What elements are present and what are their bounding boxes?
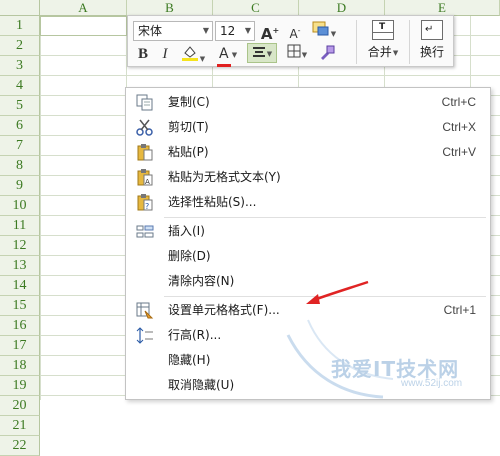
format-cells-icon [136,302,154,319]
row-header-16[interactable]: 16 [0,316,40,336]
menu-item-paste-text[interactable]: A 粘贴为无格式文本(Y) [126,165,490,190]
row-header-15[interactable]: 15 [0,296,40,316]
row-header-9[interactable]: 9 [0,176,40,196]
wrap-icon: ↵ [421,20,443,40]
row-header-12[interactable]: 12 [0,236,40,256]
svg-text:?: ? [145,202,149,211]
menu-item-delete[interactable]: 删除(D) [126,244,490,269]
font-name-value: 宋体 [138,24,163,38]
selected-cell-a1[interactable] [40,16,127,36]
row-header-11[interactable]: 11 [0,216,40,236]
italic-button[interactable]: I [156,44,174,64]
grow-font-icon[interactable]: A+ [259,21,281,43]
merge-icon: T [372,20,394,40]
font-size-select[interactable]: 12 ▼ [215,21,255,41]
annotation-arrow-icon [306,280,369,304]
style-icon [312,21,329,36]
row-header-19[interactable]: 19 [0,376,40,396]
row-header-18[interactable]: 18 [0,356,40,376]
fill-color-icon [181,46,198,61]
column-header-b[interactable]: B [127,0,213,16]
menu-item-copy[interactable]: 复制(C) Ctrl+C [126,90,490,115]
row-header-6[interactable]: 6 [0,116,40,136]
style-icon[interactable]: ▼ [311,21,337,41]
menu-separator [164,217,486,218]
row-header-8[interactable]: 8 [0,156,40,176]
row-header-7[interactable]: 7 [0,136,40,156]
row-header-22[interactable]: 22 [0,436,40,456]
paste-special-icon: ? [137,194,153,211]
column-header-d[interactable]: D [299,0,385,16]
row-header-13[interactable]: 13 [0,256,40,276]
shrink-font-icon[interactable]: A- [284,21,306,41]
merge-button[interactable]: T 合并▼ [362,20,404,64]
row-header-5[interactable]: 5 [0,96,40,116]
format-painter-icon [321,45,335,60]
merge-label: 合并 [367,45,392,59]
fill-color-button[interactable]: ▼ [178,44,208,64]
mini-format-toolbar: 宋体 ▼ 12 ▼ A+ A- ▼ B I ▼ A ▼ ▼ ▼ T 合并▼ ↵ … [127,15,454,67]
menu-item-insert[interactable]: 插入(I) [126,219,490,244]
row-header-3[interactable]: 3 [0,56,40,76]
column-header-a[interactable]: A [40,0,127,16]
paste-text-icon: A [137,169,153,186]
watermark-url: www.52ij.com [401,378,463,389]
column-header-c[interactable]: C [213,0,299,16]
font-size-value: 12 [220,24,236,38]
row-header-2[interactable]: 2 [0,36,40,56]
wrap-label: 换行 [419,45,444,59]
menu-item-paste[interactable]: 粘贴(P) Ctrl+V [126,140,490,165]
row-header-21[interactable]: 21 [0,416,40,436]
watermark: 我爱IT技术网 www.52ij.com [283,315,500,400]
align-center-button[interactable]: ▼ [247,43,277,63]
font-color-icon: A [219,46,229,62]
row-header-1[interactable]: 1 [0,16,40,36]
svg-text:A: A [145,178,150,186]
paste-icon [137,144,153,161]
font-name-select[interactable]: 宋体 ▼ [133,21,213,41]
column-header-e[interactable]: E [385,0,500,16]
toolbar-divider [409,20,410,64]
select-all-corner[interactable] [0,0,40,16]
row-header-20[interactable]: 20 [0,396,40,416]
row-header-4[interactable]: 4 [0,76,40,96]
menu-item-paste-special[interactable]: ? 选择性粘贴(S)... [126,190,490,215]
align-center-icon [252,46,265,57]
format-painter-button[interactable] [316,44,338,64]
chevron-down-icon: ▼ [244,26,251,35]
font-color-button[interactable]: A ▼ [212,44,242,67]
row-height-icon [136,327,153,344]
cut-icon [136,119,153,136]
copy-icon [136,94,153,111]
border-icon [287,44,301,58]
bold-button[interactable]: B [134,44,152,64]
row-header-14[interactable]: 14 [0,276,40,296]
insert-icon [136,225,154,238]
wrap-text-button[interactable]: ↵ 换行 [411,20,453,64]
menu-item-cut[interactable]: 剪切(T) Ctrl+X [126,115,490,140]
row-header-10[interactable]: 10 [0,196,40,216]
border-button[interactable]: ▼ [282,44,312,64]
toolbar-divider [356,20,357,64]
row-header-17[interactable]: 17 [0,336,40,356]
chevron-down-icon: ▼ [202,26,209,35]
